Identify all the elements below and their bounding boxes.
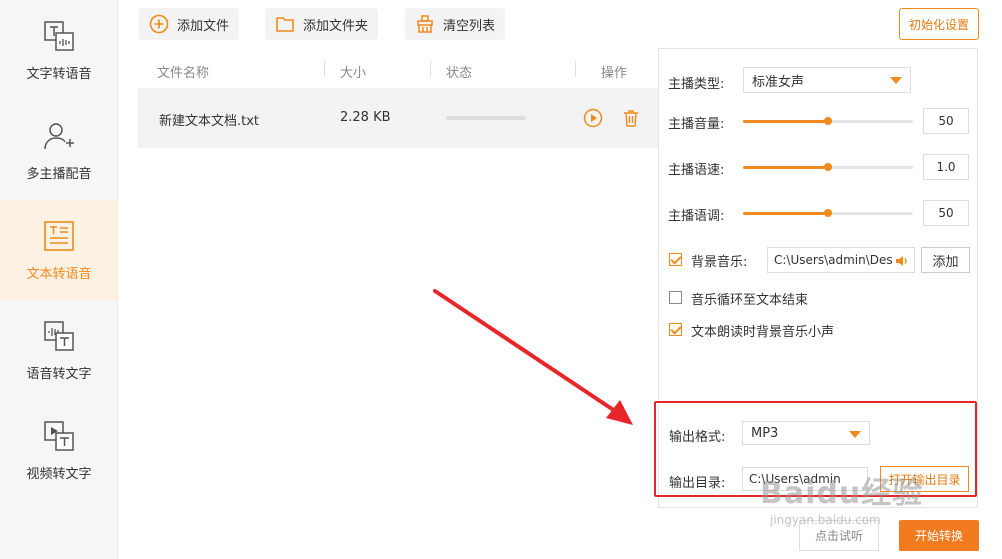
file-name: 新建文本文档.txt <box>159 114 260 129</box>
start-convert-button[interactable]: 开始转换 <box>899 520 979 551</box>
volume-value[interactable]: 50 <box>923 108 969 134</box>
table-row[interactable]: 新建文本文档.txt 2.28 KB <box>138 88 658 148</box>
speed-label: 主播语速: <box>668 163 725 178</box>
speaker-icon[interactable] <box>894 253 910 269</box>
annotation-arrow <box>433 289 633 425</box>
slider-fill <box>743 166 828 169</box>
speed-slider[interactable] <box>743 161 913 173</box>
loop-music-checkbox[interactable] <box>669 291 682 304</box>
sidebar-item-multi-anchor[interactable]: 多主播配音 <box>0 100 118 200</box>
duck-music-checkbox[interactable] <box>669 323 682 336</box>
watermark-url: jingyan.baidu.com <box>770 513 881 527</box>
slider-fill <box>743 120 828 123</box>
output-format-label: 输出格式: <box>669 430 726 445</box>
play-icon[interactable] <box>583 108 603 128</box>
output-dir-label: 输出目录: <box>669 476 726 491</box>
init-settings-button[interactable]: 初始化设置 <box>899 8 979 40</box>
file-size: 2.28 KB <box>340 110 391 125</box>
column-header-status: 状态 <box>446 66 473 81</box>
sidebar-item-video-to-text[interactable]: 视频转文字 <box>0 400 118 500</box>
dropdown-caret-icon <box>890 77 902 84</box>
sidebar-item-label: 文字转语音 <box>26 66 92 82</box>
anchor-type-value: 标准女声 <box>752 74 805 90</box>
bg-music-path-text: C:\Users\admin\Des <box>774 253 893 267</box>
broom-icon <box>417 15 433 33</box>
add-folder-label: 添加文件夹 <box>303 18 369 34</box>
column-divider <box>430 61 431 77</box>
bg-music-path[interactable]: C:\Users\admin\Des <box>767 247 915 273</box>
folder-icon <box>276 17 294 32</box>
sidebar-item-text-to-speech[interactable]: 文字转语音 <box>0 0 118 100</box>
slider-knob[interactable] <box>824 209 832 217</box>
pitch-value[interactable]: 50 <box>923 200 969 226</box>
pitch-slider[interactable] <box>743 207 913 219</box>
anchor-type-select[interactable]: 标准女声 <box>743 67 911 93</box>
anchor-type-label: 主播类型: <box>668 77 725 92</box>
sidebar-item-label: 多主播配音 <box>26 166 92 182</box>
file-table-header: 文件名称 大小 状态 操作 <box>138 52 658 88</box>
column-divider <box>324 61 325 77</box>
sidebar-item-label: 语音转文字 <box>26 366 92 382</box>
duck-music-label: 文本朗读时背景音乐小声 <box>691 325 835 340</box>
speed-value[interactable]: 1.0 <box>923 154 969 180</box>
watermark-logo: Baidu经验 <box>760 476 924 511</box>
delete-icon[interactable] <box>621 108 641 128</box>
add-file-button[interactable]: 添加文件 <box>139 8 240 40</box>
plus-circle-icon <box>149 14 169 34</box>
dropdown-caret-icon <box>849 431 861 438</box>
slider-knob[interactable] <box>824 163 832 171</box>
sidebar-item-document-to-speech[interactable]: 文本转语音 <box>0 200 118 300</box>
bg-music-checkbox[interactable] <box>669 253 682 266</box>
bg-music-add-button[interactable]: 添加 <box>921 247 970 273</box>
text-to-speech-icon <box>44 20 74 51</box>
sidebar-item-speech-to-text[interactable]: 语音转文字 <box>0 300 118 400</box>
slider-fill <box>743 212 828 215</box>
sidebar: 文字转语音 多主播配音 文本转语音 语音转文字 视频转文字 <box>0 0 118 559</box>
speech-to-text-icon <box>44 320 74 351</box>
bg-music-label: 背景音乐: <box>691 255 748 270</box>
add-file-label: 添加文件 <box>177 18 230 34</box>
column-divider <box>575 61 576 77</box>
slider-knob[interactable] <box>824 117 832 125</box>
sidebar-item-label: 视频转文字 <box>26 466 92 482</box>
document-to-speech-icon <box>44 220 74 251</box>
multi-anchor-icon <box>44 122 74 149</box>
add-folder-button[interactable]: 添加文件夹 <box>265 8 379 40</box>
loop-music-label: 音乐循环至文本结束 <box>691 293 809 308</box>
conversion-progress-bar <box>446 116 526 120</box>
volume-slider[interactable] <box>743 115 913 127</box>
volume-label: 主播音量: <box>668 117 725 132</box>
settings-panel: 主播类型: 标准女声 主播音量: 50 主播语速: 1.0 主播语调: 50 背… <box>658 48 978 508</box>
pitch-label: 主播语调: <box>668 209 725 224</box>
sidebar-item-label: 文本转语音 <box>26 266 92 282</box>
column-header-name: 文件名称 <box>157 66 210 81</box>
clear-list-label: 清空列表 <box>443 18 496 34</box>
output-format-value: MP3 <box>751 425 779 441</box>
clear-list-button[interactable]: 清空列表 <box>405 8 506 40</box>
column-header-actions: 操作 <box>601 66 628 81</box>
video-to-text-icon <box>44 420 74 451</box>
output-format-select[interactable]: MP3 <box>742 421 870 445</box>
column-header-size: 大小 <box>340 66 367 81</box>
